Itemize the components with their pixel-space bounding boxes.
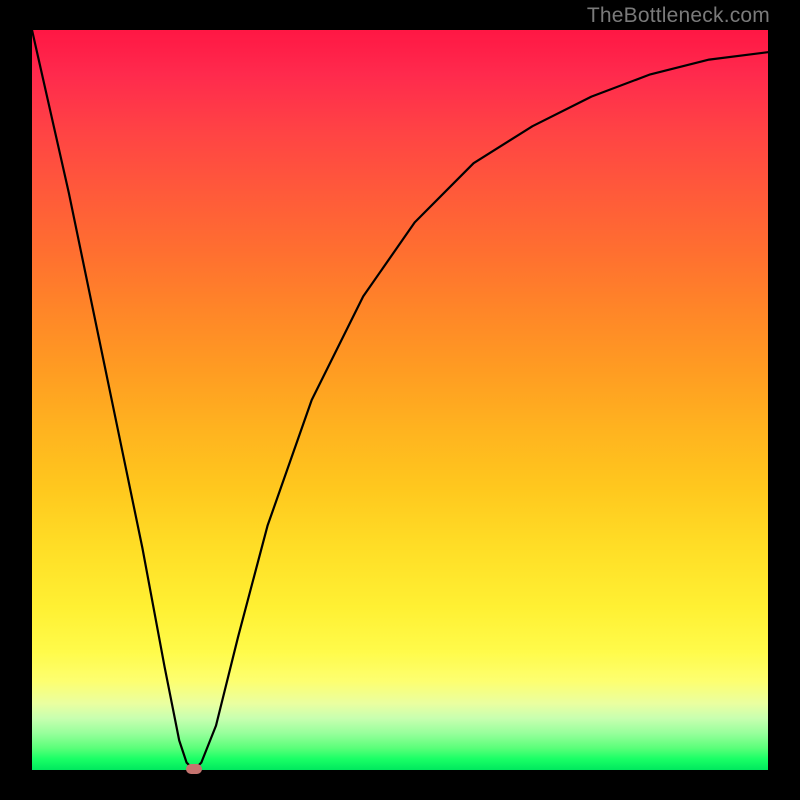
plot-area: [32, 30, 768, 770]
watermark-text: TheBottleneck.com: [587, 4, 770, 28]
curve-svg: [32, 30, 768, 770]
bottleneck-curve-path: [32, 30, 768, 770]
minimum-marker: [186, 764, 202, 774]
chart-frame: TheBottleneck.com: [0, 0, 800, 800]
